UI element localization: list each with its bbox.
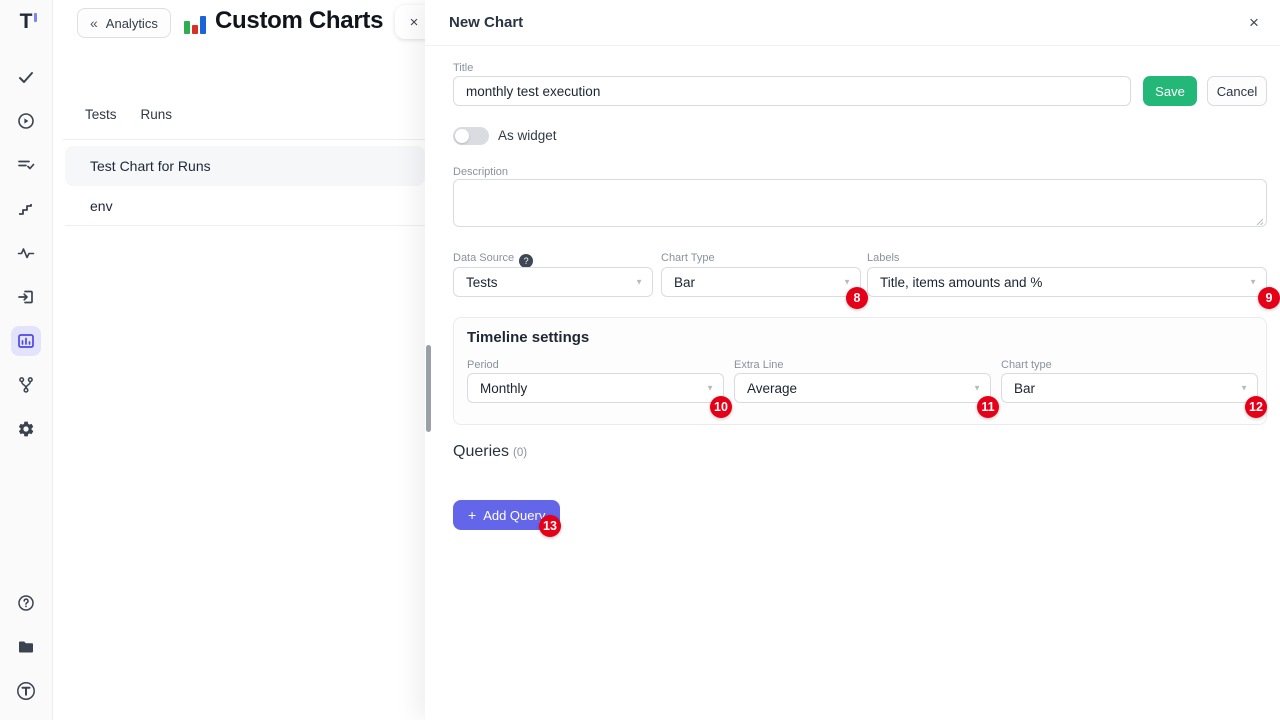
back-button-label: Analytics — [106, 16, 158, 31]
chevron-down-icon: ▼ — [843, 278, 851, 287]
labels-select[interactable]: Title, items amounts and %▼ — [867, 267, 1267, 297]
annotation-badge-10: 10 — [710, 396, 732, 418]
drawer-title: New Chart — [449, 14, 523, 31]
branch-icon[interactable] — [11, 370, 41, 400]
chevron-down-icon: ▼ — [706, 384, 714, 393]
chevron-down-icon: ▼ — [635, 278, 643, 287]
list-check-icon[interactable] — [11, 150, 41, 180]
help-icon[interactable]: ? — [519, 254, 533, 268]
data-source-label: Data Source? — [453, 252, 533, 268]
queries-count: (0) — [513, 447, 527, 459]
plus-icon: + — [468, 507, 476, 523]
bar-chart-colored-icon — [184, 11, 208, 34]
extra-line-select[interactable]: Average▼ — [734, 373, 991, 403]
back-to-analytics-button[interactable]: « Analytics — [77, 8, 171, 38]
brand-circle-icon[interactable] — [11, 676, 41, 706]
play-circle-icon[interactable] — [11, 106, 41, 136]
list-item-test-chart-for-runs[interactable]: Test Chart for Runs — [65, 146, 425, 186]
scrollbar-thumb[interactable] — [426, 345, 431, 432]
period-select[interactable]: Monthly▼ — [467, 373, 724, 403]
import-icon[interactable] — [11, 282, 41, 312]
bar-chart-icon[interactable] — [11, 326, 41, 356]
divider — [63, 139, 425, 140]
tab-tests[interactable]: Tests — [85, 107, 117, 122]
drawer-header: New Chart × — [425, 0, 1280, 46]
cancel-button[interactable]: Cancel — [1207, 76, 1267, 106]
as-widget-label: As widget — [498, 128, 557, 143]
timeline-chart-type-label: Chart type — [1001, 359, 1052, 371]
data-source-select[interactable]: Tests▼ — [453, 267, 653, 297]
pulse-icon[interactable] — [11, 238, 41, 268]
description-field-label: Description — [453, 166, 508, 178]
extra-line-label: Extra Line — [734, 359, 784, 371]
title-field-label: Title — [453, 62, 473, 74]
chart-type-label: Chart Type — [661, 252, 715, 264]
description-textarea[interactable] — [453, 179, 1267, 227]
close-drawer-button[interactable]: × — [1243, 12, 1265, 34]
labels-label: Labels — [867, 252, 899, 264]
chevron-down-icon: ▼ — [1249, 278, 1257, 287]
check-icon[interactable] — [11, 62, 41, 92]
tab-runs[interactable]: Runs — [141, 107, 173, 122]
chevron-left-icon: « — [90, 15, 98, 31]
gear-icon[interactable] — [11, 414, 41, 444]
period-label: Period — [467, 359, 499, 371]
new-chart-drawer: New Chart × Title Save Cancel As widget … — [425, 0, 1280, 720]
annotation-badge-13: 13 — [539, 515, 561, 537]
page-title: Custom Charts — [215, 7, 383, 35]
sidebar: T — [0, 0, 53, 720]
title-input[interactable] — [453, 76, 1131, 106]
timeline-chart-type-select[interactable]: Bar▼ — [1001, 373, 1258, 403]
annotation-badge-12: 12 — [1245, 396, 1267, 418]
folder-icon[interactable] — [11, 632, 41, 662]
app-logo[interactable]: T — [14, 10, 38, 38]
chart-type-select[interactable]: Bar▼ — [661, 267, 861, 297]
timeline-settings-heading: Timeline settings — [467, 329, 589, 346]
save-button[interactable]: Save — [1143, 76, 1197, 106]
stairs-icon[interactable] — [11, 194, 41, 224]
charts-tabs: Tests Runs — [85, 107, 172, 122]
queries-heading: Queries(0) — [453, 443, 527, 461]
list-item-env[interactable]: env — [65, 186, 425, 226]
annotation-badge-11: 11 — [977, 396, 999, 418]
chevron-down-icon: ▼ — [1240, 384, 1248, 393]
as-widget-toggle[interactable] — [453, 127, 489, 145]
help-icon[interactable] — [11, 588, 41, 618]
custom-charts-panel: « Analytics Custom Charts × Tests Runs T… — [53, 0, 425, 720]
annotation-badge-8: 8 — [846, 287, 868, 309]
timeline-settings-card: Timeline settings Period Monthly▼ Extra … — [453, 317, 1267, 425]
annotation-badge-9: 9 — [1258, 287, 1280, 309]
chevron-down-icon: ▼ — [973, 384, 981, 393]
